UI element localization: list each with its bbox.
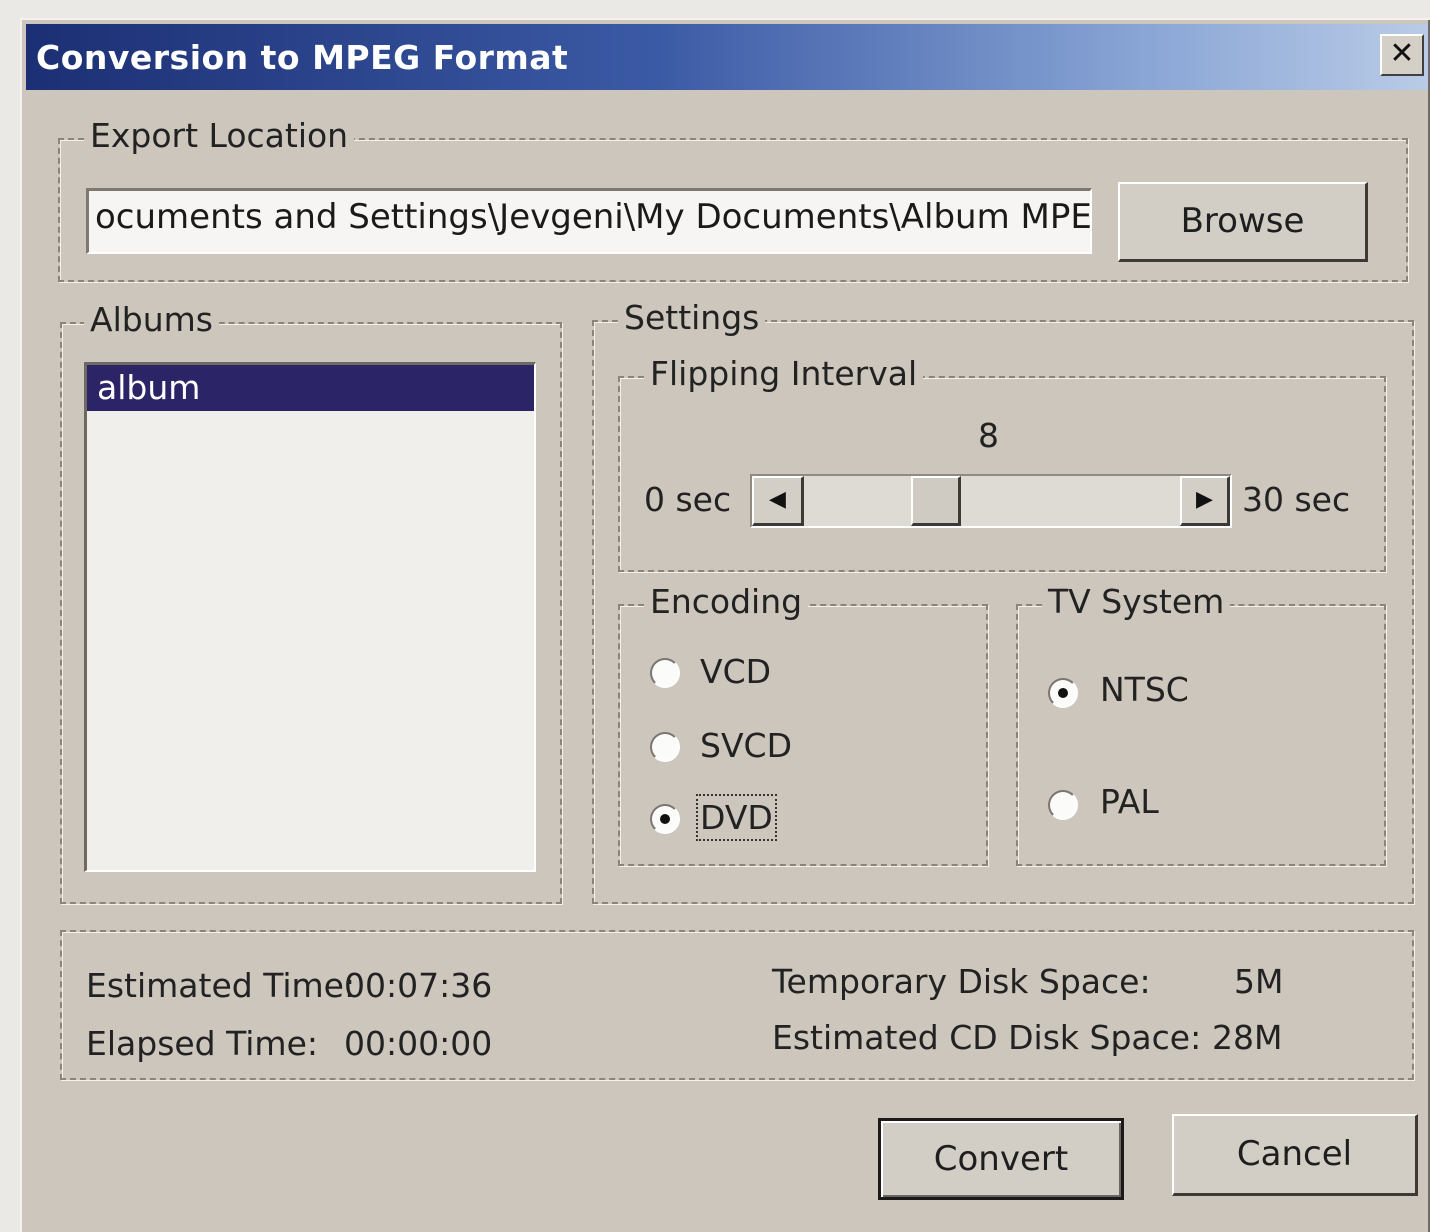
arrow-left-icon: ◀ [769, 487, 786, 512]
close-button[interactable]: ✕ [1380, 34, 1424, 76]
slider-thumb[interactable] [910, 476, 961, 526]
encoding-vcd-radio[interactable] [650, 658, 680, 688]
slider-right-button[interactable]: ▶ [1180, 476, 1230, 526]
elapsed-time-label: Elapsed Time: [86, 1024, 318, 1063]
convert-button-label: Convert [933, 1139, 1069, 1179]
conversion-dialog: Conversion to MPEG Format ✕ Export Locat… [20, 18, 1430, 1232]
flipping-interval-value: 8 [978, 416, 999, 455]
close-icon: ✕ [1389, 36, 1415, 71]
slider-left-button[interactable]: ◀ [752, 476, 804, 526]
slider-min-label: 0 sec [644, 480, 732, 519]
temp-disk-value: 5M [1234, 962, 1284, 1001]
encoding-svcd-radio[interactable] [650, 732, 680, 762]
browse-button[interactable]: Browse [1118, 182, 1368, 262]
cd-disk-value: 28M [1212, 1018, 1283, 1057]
tv-ntsc-label[interactable]: NTSC [1100, 670, 1189, 709]
cancel-button[interactable]: Cancel [1172, 1114, 1418, 1196]
tv-ntsc-radio[interactable] [1048, 678, 1078, 708]
export-location-group: Export Location ocuments and Settings\Je… [58, 116, 1408, 282]
tv-pal-radio[interactable] [1048, 790, 1078, 820]
encoding-vcd-label[interactable]: VCD [700, 652, 771, 691]
slider-max-label: 30 sec [1242, 480, 1351, 519]
albums-legend: Albums [84, 300, 219, 340]
estimated-time-label: Estimated Time: [86, 966, 356, 1005]
status-panel: Estimated Time: 00:07:36 Elapsed Time: 0… [60, 930, 1414, 1080]
cancel-button-label: Cancel [1236, 1134, 1353, 1174]
encoding-svcd-label[interactable]: SVCD [700, 726, 792, 765]
flipping-interval-slider[interactable]: ◀ ▶ [750, 474, 1232, 528]
settings-legend: Settings [618, 298, 766, 338]
estimated-time-value: 00:07:36 [344, 966, 493, 1005]
temp-disk-label: Temporary Disk Space: [772, 962, 1151, 1001]
title-bar[interactable]: Conversion to MPEG Format ✕ [26, 24, 1428, 90]
elapsed-time-value: 00:00:00 [344, 1024, 493, 1063]
albums-listbox[interactable]: album [84, 362, 536, 872]
flipping-interval-legend: Flipping Interval [644, 354, 924, 394]
tv-system-legend: TV System [1042, 582, 1231, 622]
export-location-legend: Export Location [84, 116, 355, 156]
flipping-interval-group: Flipping Interval 8 0 sec ◀ ▶ 30 sec [618, 354, 1386, 572]
album-list-item[interactable]: album [87, 365, 534, 411]
cd-disk-label: Estimated CD Disk Space: [772, 1018, 1202, 1057]
encoding-group: Encoding VCD SVCD DVD [618, 582, 988, 866]
convert-button[interactable]: Convert [878, 1118, 1124, 1200]
tv-pal-label[interactable]: PAL [1100, 782, 1159, 821]
export-path-field[interactable]: ocuments and Settings\Jevgeni\My Documen… [86, 188, 1092, 254]
browse-button-label: Browse [1180, 201, 1305, 241]
encoding-legend: Encoding [644, 582, 809, 622]
window-title: Conversion to MPEG Format [36, 38, 569, 77]
albums-group: Albums album [60, 300, 562, 904]
encoding-dvd-radio[interactable] [650, 804, 680, 834]
settings-group: Settings Flipping Interval 8 0 sec ◀ ▶ 3… [592, 298, 1414, 904]
arrow-right-icon: ▶ [1196, 487, 1213, 512]
encoding-dvd-label[interactable]: DVD [696, 794, 777, 841]
tv-system-group: TV System NTSC PAL [1016, 582, 1386, 866]
